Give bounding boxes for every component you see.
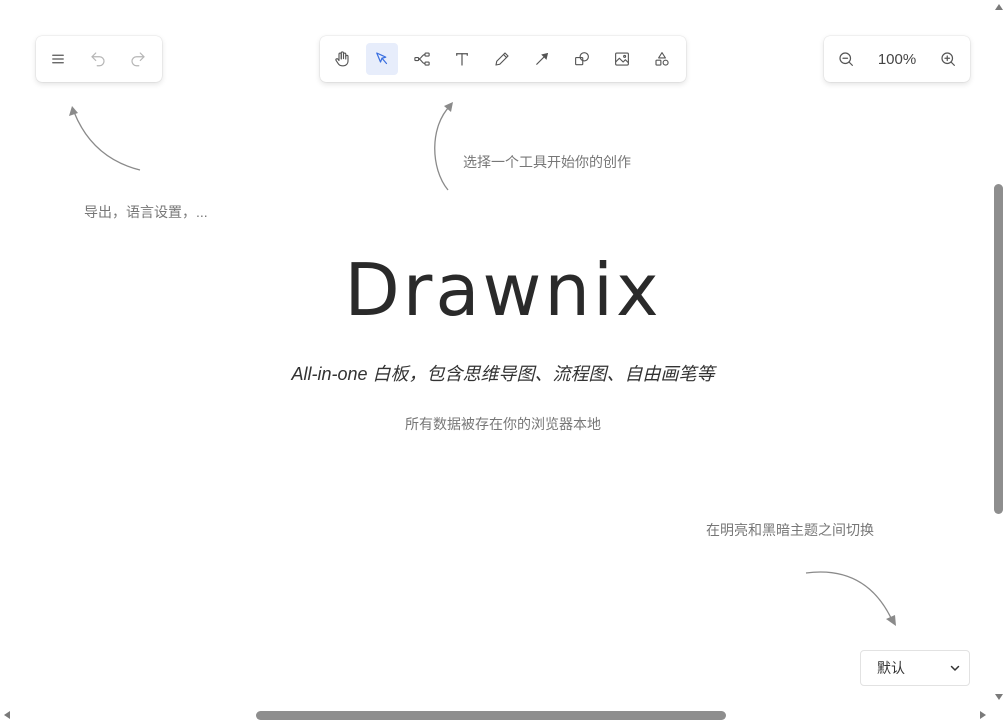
vertical-scroll-thumb[interactable] — [994, 184, 1003, 514]
scroll-up-arrow[interactable] — [995, 4, 1003, 10]
vertical-scrollbar[interactable] — [992, 0, 1006, 708]
scroll-down-arrow[interactable] — [995, 694, 1003, 700]
extra-shapes-icon — [655, 52, 669, 66]
tagline: All-in-one 白板，包含思维导图、流程图、自由画笔等 — [291, 364, 715, 384]
hamburger-menu-icon — [52, 54, 64, 64]
storage-note: 所有数据被存在你的浏览器本地 — [405, 416, 601, 432]
horizontal-scroll-thumb[interactable] — [256, 711, 726, 720]
zoom-level[interactable]: 100% — [872, 51, 922, 68]
selection-tool-button[interactable] — [366, 43, 398, 75]
scroll-right-arrow[interactable] — [980, 711, 986, 719]
menu-hint-arrow — [69, 106, 141, 171]
zoom-in-button[interactable] — [932, 43, 964, 75]
zoom-out-button[interactable] — [830, 43, 862, 75]
menu-button[interactable] — [42, 43, 74, 75]
scroll-left-arrow[interactable] — [4, 711, 10, 719]
pointer-icon — [376, 52, 388, 65]
brand-title: Drawnix — [344, 248, 662, 332]
hand-tool-button[interactable] — [326, 43, 358, 75]
shapes-icon — [575, 52, 589, 66]
image-icon — [615, 52, 629, 66]
redo-icon — [131, 52, 145, 67]
image-tool-button[interactable] — [606, 43, 638, 75]
pen-icon — [495, 52, 509, 66]
hand-icon — [335, 51, 349, 67]
pen-tool-button[interactable] — [486, 43, 518, 75]
toolbar-hint-arrow — [434, 102, 453, 191]
theme-select[interactable]: 默认 — [860, 650, 970, 686]
main-toolbar — [320, 36, 686, 82]
theme-hint: 在明亮和黑暗主题之间切换 — [706, 522, 874, 538]
undo-icon — [91, 52, 105, 67]
mind-map-icon — [414, 52, 430, 66]
app-menu-panel — [36, 36, 162, 82]
theme-hint-arrow — [805, 571, 896, 626]
mind-map-tool-button[interactable] — [406, 43, 438, 75]
arrow-tool-button[interactable] — [526, 43, 558, 75]
chevron-down-icon — [950, 665, 960, 671]
theme-select-value: 默认 — [877, 660, 905, 676]
shape-tool-button[interactable] — [566, 43, 598, 75]
drawing-canvas[interactable]: 100% 导出，语言设置，... 选择一个工具开始你的创作 Drawnix Al… — [0, 0, 1006, 722]
arrow-line-icon — [536, 52, 549, 65]
text-tool-button[interactable] — [446, 43, 478, 75]
zoom-in-icon — [941, 52, 955, 66]
zoom-panel: 100% — [824, 36, 970, 82]
horizontal-scrollbar[interactable] — [0, 708, 992, 722]
undo-button[interactable] — [82, 43, 114, 75]
text-icon — [456, 53, 468, 66]
menu-hint: 导出，语言设置，... — [84, 204, 208, 220]
zoom-out-icon — [839, 52, 853, 66]
extra-shapes-tool-button[interactable] — [646, 43, 678, 75]
toolbar-hint: 选择一个工具开始你的创作 — [463, 154, 631, 170]
redo-button[interactable] — [122, 43, 154, 75]
